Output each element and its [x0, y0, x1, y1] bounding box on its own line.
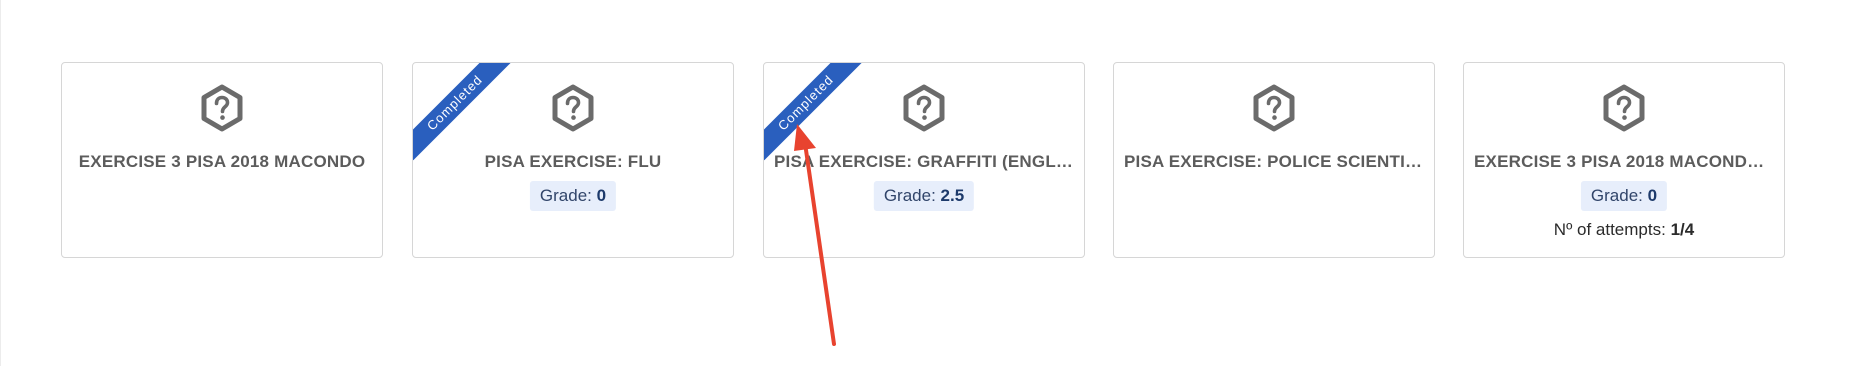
exercise-card[interactable]: EXERCISE 3 PISA 2018 MACONDO_... Grade: …: [1463, 62, 1785, 258]
question-hexagon-icon: [1603, 84, 1645, 132]
exercise-card[interactable]: EXERCISE 3 PISA 2018 MACONDO: [61, 62, 383, 258]
question-hexagon-icon: [903, 84, 945, 132]
question-hexagon-icon: [201, 84, 243, 132]
grade-badge: Grade: 0: [529, 181, 617, 211]
grade-label: Grade:: [1590, 186, 1643, 205]
grade-badge: Grade: 0: [1580, 181, 1668, 211]
exercise-title: EXERCISE 3 PISA 2018 MACONDO: [78, 152, 366, 171]
exercise-card[interactable]: PISA EXERCISE: POLICE SCIENTIFIC...: [1113, 62, 1435, 258]
exercise-title: PISA EXERCISE: GRAFFITI (ENGLISH): [774, 152, 1074, 171]
grade-value: 2.5: [940, 186, 965, 205]
exercise-card[interactable]: Completed PISA EXERCISE: FLU Grade: 0: [412, 62, 734, 258]
exercise-title: EXERCISE 3 PISA 2018 MACONDO_...: [1474, 152, 1774, 171]
grade-label: Grade:: [539, 186, 592, 205]
exercise-title: PISA EXERCISE: FLU: [484, 152, 662, 171]
completed-ribbon-label: Completed: [413, 63, 513, 161]
grade-value: 0: [596, 186, 607, 205]
attempts-label: Nº of attempts:: [1553, 220, 1666, 239]
exercise-list-page: EXERCISE 3 PISA 2018 MACONDO Completed P…: [0, 0, 1849, 366]
grade-label: Grade:: [883, 186, 936, 205]
grade-badge: Grade: 2.5: [873, 181, 975, 211]
grade-value: 0: [1647, 186, 1658, 205]
question-hexagon-icon: [552, 84, 594, 132]
exercise-card[interactable]: Completed PISA EXERCISE: GRAFFITI (ENGLI…: [763, 62, 1085, 258]
exercise-cards: EXERCISE 3 PISA 2018 MACONDO Completed P…: [61, 62, 1785, 258]
attempts-value: 1/4: [1670, 220, 1695, 239]
attempts-count: Nº of attempts: 1/4: [1464, 219, 1784, 241]
completed-ribbon-label: Completed: [764, 63, 864, 161]
question-hexagon-icon: [1253, 84, 1295, 132]
exercise-title: PISA EXERCISE: POLICE SCIENTIFIC...: [1124, 152, 1424, 171]
